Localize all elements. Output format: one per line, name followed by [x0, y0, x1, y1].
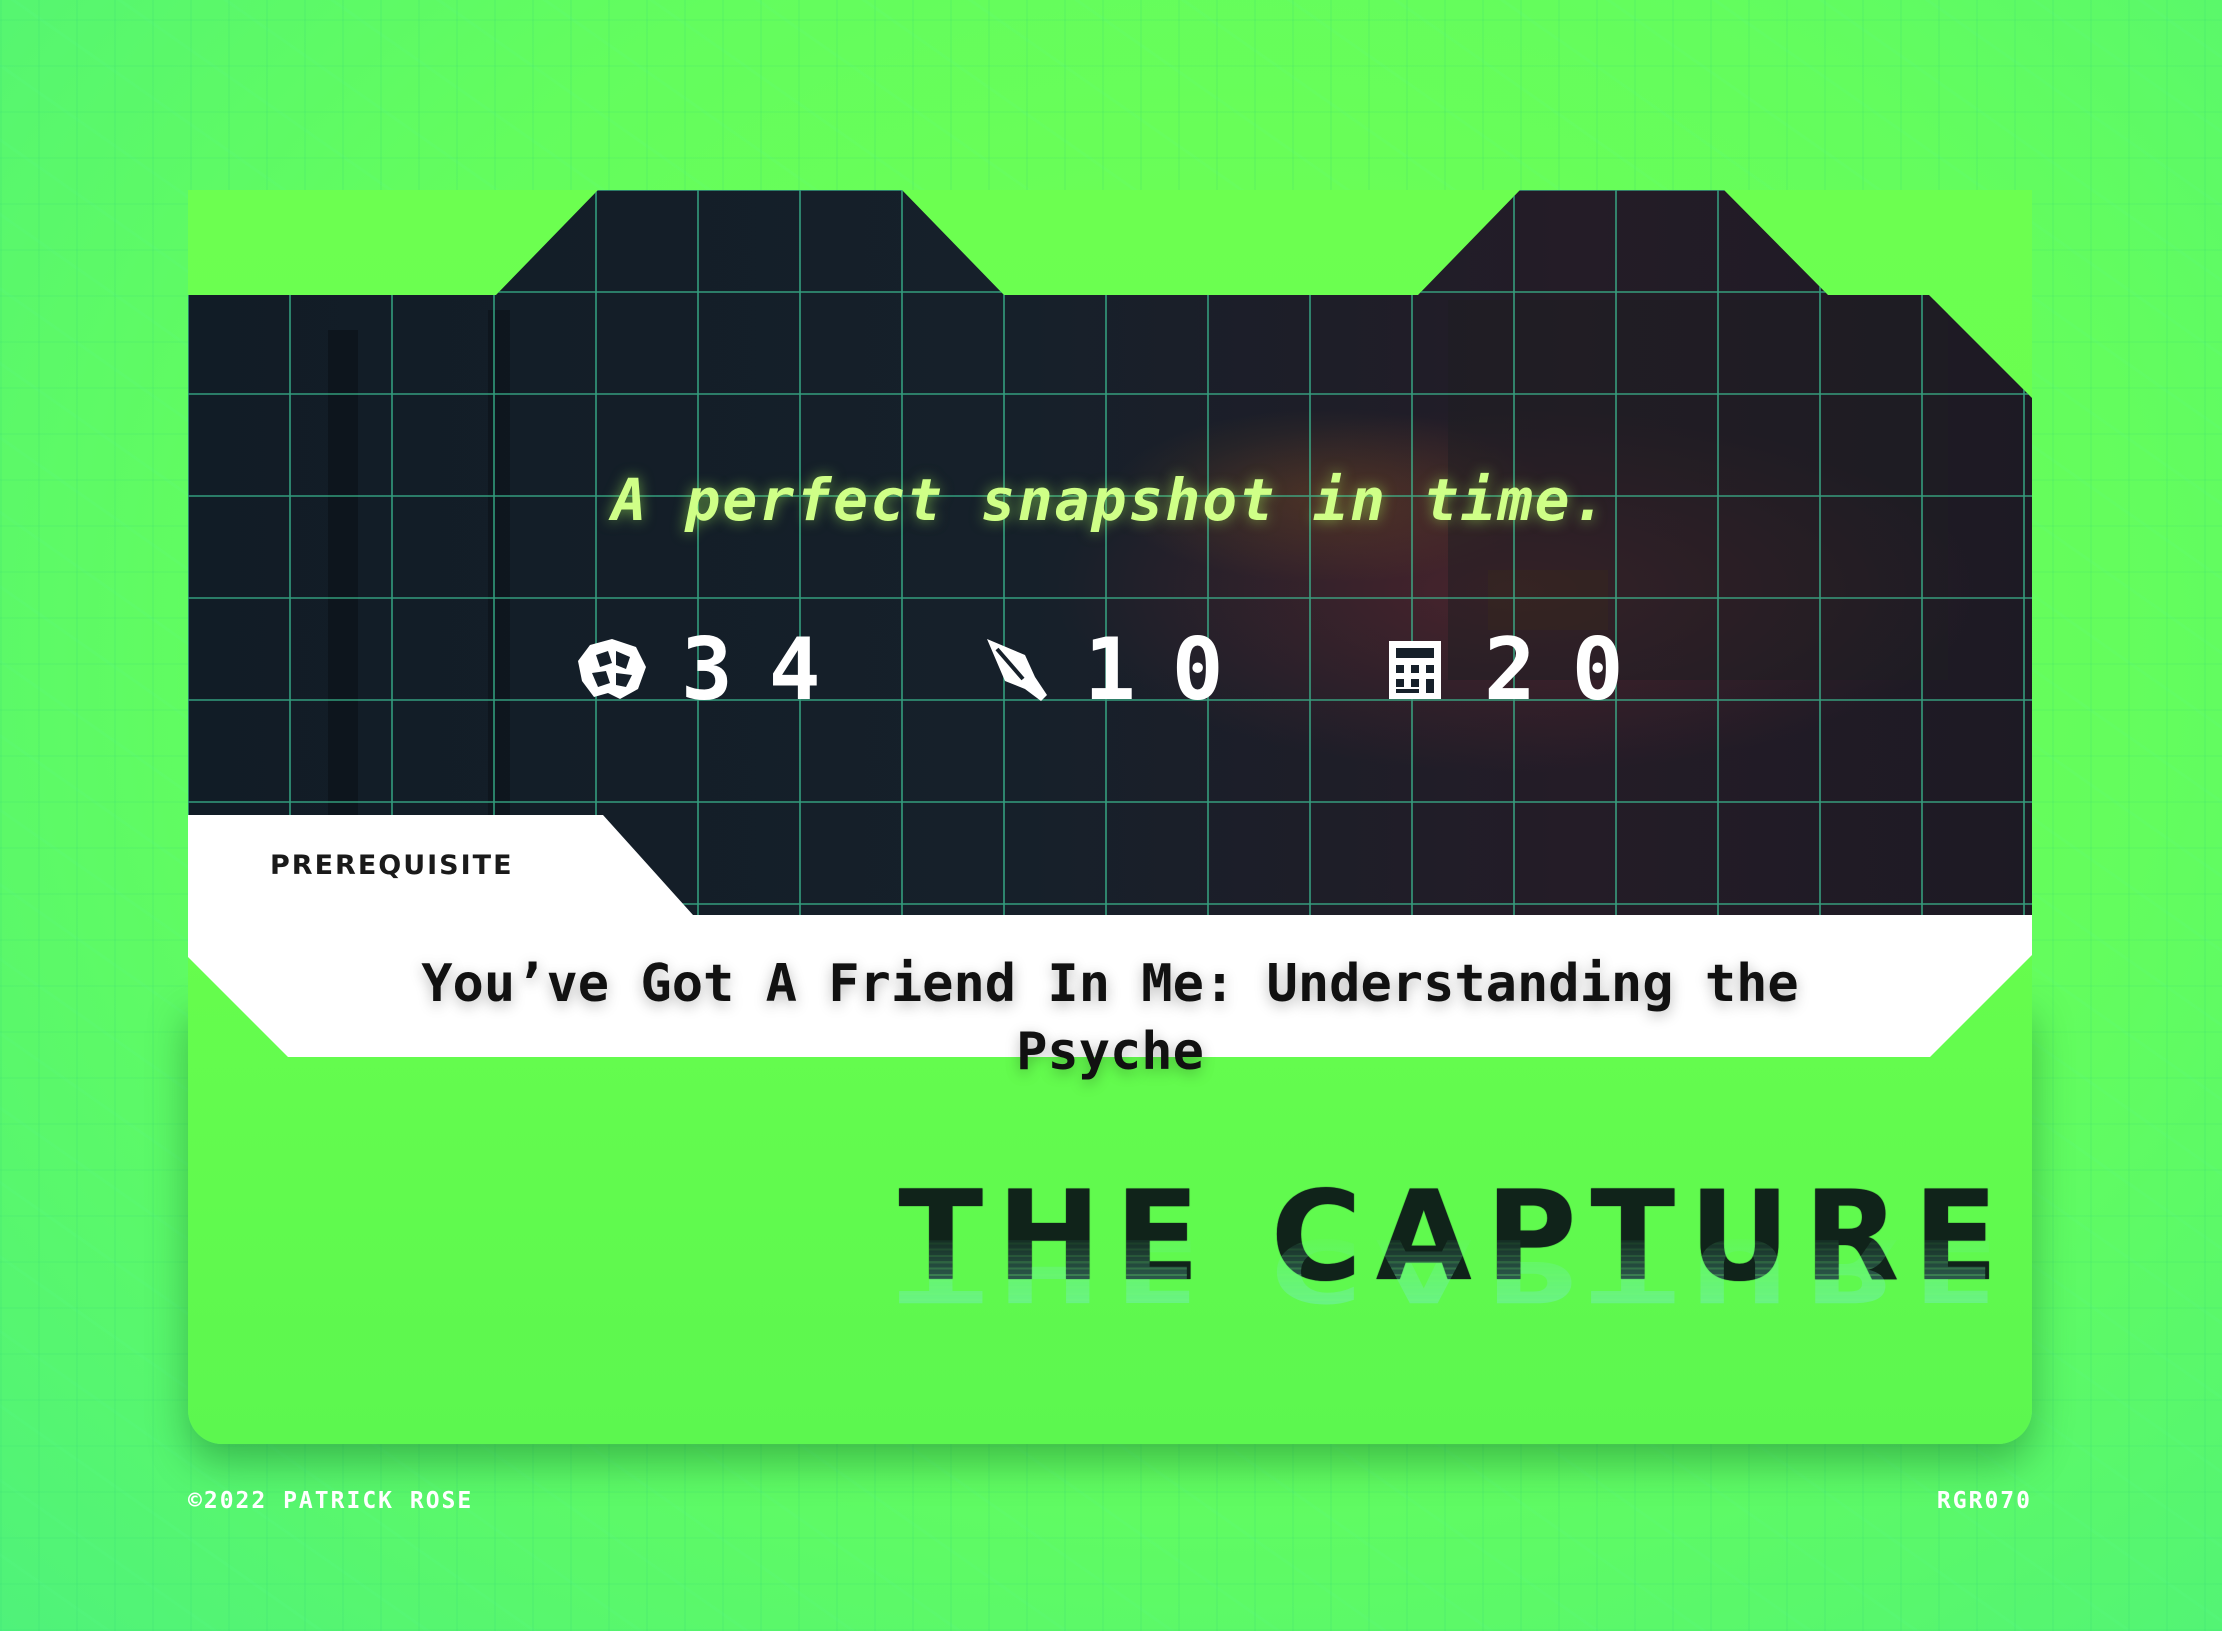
copyright-text: ©2022 PATRICK ROSE [188, 1488, 474, 1514]
card-tagline: A perfect snapshot in time. [611, 466, 1609, 534]
stats-row: 34 10 20 [188, 620, 2032, 720]
quill-pen-icon [976, 631, 1054, 709]
prerequisite-label: PREREQUISITE [270, 850, 514, 881]
stat-creativity: 10 [976, 620, 1260, 720]
stat-value: 34 [681, 620, 857, 720]
card-art-panel [188, 190, 2032, 918]
stat-logic: 20 [1376, 620, 1660, 720]
game-card[interactable]: A perfect snapshot in time. 34 10 20 PRE… [188, 190, 2032, 1444]
stat-intellect: 34 [573, 620, 857, 720]
prerequisite-text: You’ve Got A Friend In Me: Understanding… [421, 954, 1799, 1082]
card-code: RGR070 [1936, 1488, 2032, 1514]
card-title-reflection: THE CAPTURE [788, 1219, 2012, 1320]
stat-value: 20 [1484, 620, 1660, 720]
calculator-icon [1376, 631, 1454, 709]
brain-icon [573, 631, 651, 709]
stat-value: 10 [1084, 620, 1260, 720]
